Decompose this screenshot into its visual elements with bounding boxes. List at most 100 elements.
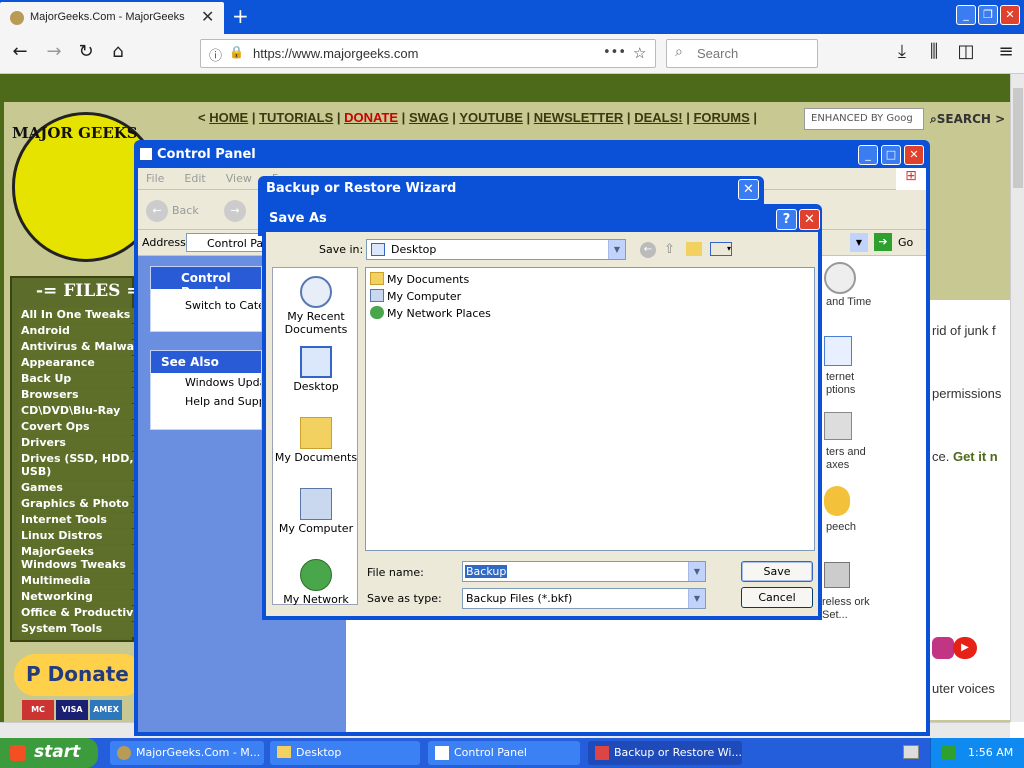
browser-close-button[interactable]: ✕ xyxy=(1000,5,1020,25)
clock-icon[interactable] xyxy=(824,262,856,294)
windows-update-link[interactable]: Windows Updat xyxy=(151,373,261,392)
files-category-item[interactable]: Networking xyxy=(18,590,134,605)
taskbar-item-desktop[interactable]: Desktop xyxy=(270,741,420,765)
files-category-item[interactable]: System Tools xyxy=(18,622,134,637)
wizard-close-button[interactable]: ✕ xyxy=(738,179,759,200)
save-in-dropdown[interactable]: Desktop ▼ xyxy=(366,239,626,260)
file-name-input[interactable]: Backup ▼ xyxy=(462,561,706,582)
search-input[interactable]: ⌕ Search xyxy=(666,39,818,68)
save-as-type-select[interactable]: Backup Files (*.bkf) ▼ xyxy=(462,588,706,609)
files-category-item[interactable]: Android xyxy=(18,324,134,339)
files-category-item[interactable]: Office & Productivity xyxy=(18,606,134,621)
nav-tutorials[interactable]: TUTORIALS xyxy=(259,110,333,125)
tab-close-icon[interactable]: ✕ xyxy=(201,7,214,26)
nav-youtube[interactable]: YOUTUBE xyxy=(459,110,523,125)
site-search-button[interactable]: ⌕SEARCH > xyxy=(930,112,1005,127)
date-time-label[interactable]: and Time xyxy=(826,296,871,308)
new-folder-icon[interactable] xyxy=(686,242,702,256)
files-category-item[interactable]: Multimedia xyxy=(18,574,134,589)
save-as-close-button[interactable]: ✕ xyxy=(799,209,820,230)
files-category-item[interactable]: Covert Ops xyxy=(18,420,134,435)
library-icon[interactable]: ⫼ xyxy=(922,41,946,62)
cancel-button[interactable]: Cancel xyxy=(741,587,813,608)
files-category-item[interactable]: Drivers xyxy=(18,436,134,451)
files-category-item[interactable]: Internet Tools xyxy=(18,513,134,528)
address-dropdown-icon[interactable]: ▼ xyxy=(850,233,868,252)
info-icon[interactable]: ⓘ xyxy=(209,45,222,64)
start-button[interactable]: start xyxy=(0,738,98,768)
safely-remove-icon[interactable] xyxy=(942,745,956,759)
files-category-item[interactable]: Browsers xyxy=(18,388,134,403)
nav-newsletter[interactable]: NEWSLETTER xyxy=(534,110,624,125)
cp-close-button[interactable]: ✕ xyxy=(904,145,924,165)
go-arrow-icon[interactable]: ➔ xyxy=(874,233,892,251)
files-category-item[interactable]: Linux Distros xyxy=(18,529,134,544)
cp-minimize-button[interactable]: _ xyxy=(858,145,878,165)
instagram-icon[interactable] xyxy=(932,637,954,659)
browser-tab[interactable]: MajorGeeks.Com - MajorGeeks ✕ xyxy=(0,2,224,34)
sidebar-icon[interactable]: ◫ xyxy=(954,41,978,62)
wireless-label[interactable]: reless ork Set... xyxy=(822,596,882,622)
wireless-icon[interactable] xyxy=(824,562,850,588)
new-tab-button[interactable]: + xyxy=(232,4,252,28)
menu-edit[interactable]: Edit xyxy=(184,168,205,190)
taskbar-item-backup-wizard[interactable]: Backup or Restore Wi... xyxy=(588,741,742,765)
scroll-thumb[interactable] xyxy=(1013,88,1023,188)
files-category-item[interactable]: All In One Tweaks xyxy=(18,308,134,323)
internet-options-icon[interactable] xyxy=(824,336,852,366)
files-category-item[interactable]: Graphics & Photo xyxy=(18,497,134,512)
chevron-down-icon[interactable]: ▼ xyxy=(688,562,705,581)
place-my-computer[interactable]: My Computer xyxy=(273,488,359,535)
home-icon[interactable]: ⌂ xyxy=(106,41,130,62)
list-item[interactable]: My Network Places xyxy=(370,306,491,322)
speech-label[interactable]: peech xyxy=(826,521,856,533)
back-arrow-icon[interactable]: ← xyxy=(8,41,32,62)
place-recent[interactable]: My Recent Documents xyxy=(273,276,359,336)
vertical-scrollbar[interactable] xyxy=(1010,74,1024,722)
lock-icon[interactable]: 🔒 xyxy=(229,45,244,59)
nav-swag[interactable]: SWAG xyxy=(409,110,449,125)
taskbar-item-firefox[interactable]: MajorGeeks.Com - M... xyxy=(110,741,264,765)
internet-options-label[interactable]: ternet ptions xyxy=(826,371,866,397)
nav-home[interactable]: HOME xyxy=(209,110,248,125)
back-icon[interactable]: ← xyxy=(146,200,168,222)
page-actions-icon[interactable]: ••• xyxy=(603,45,626,60)
restore-button[interactable]: ❐ xyxy=(978,5,998,25)
place-desktop[interactable]: Desktop xyxy=(273,346,359,393)
menu-file[interactable]: File xyxy=(146,168,164,190)
files-category-item[interactable]: Antivirus & Malware xyxy=(18,340,134,355)
back-label[interactable]: Back xyxy=(172,204,199,217)
nav-deals[interactable]: DEALS! xyxy=(634,110,682,125)
printers-label[interactable]: ters and axes xyxy=(826,446,870,472)
nav-forums[interactable]: FORUMS xyxy=(693,110,749,125)
minimize-button[interactable]: _ xyxy=(956,5,976,25)
youtube-icon[interactable]: ▶ xyxy=(953,637,977,659)
menu-icon[interactable]: ≡ xyxy=(994,41,1018,62)
back-icon[interactable]: ← xyxy=(640,242,656,258)
donate-button[interactable]: P Donate xyxy=(14,654,144,696)
forward-icon[interactable]: → xyxy=(224,200,246,222)
files-category-item[interactable]: Back Up xyxy=(18,372,134,387)
nav-donate[interactable]: DONATE xyxy=(344,110,398,125)
keyboard-icon[interactable] xyxy=(903,745,919,759)
files-category-item[interactable]: MajorGeeks Windows Tweaks xyxy=(18,545,134,573)
list-item[interactable]: My Documents xyxy=(370,272,469,288)
speech-icon[interactable] xyxy=(824,486,850,516)
help-button[interactable]: ? xyxy=(776,209,797,230)
files-category-item[interactable]: Drives (SSD, HDD, USB) xyxy=(18,452,134,480)
files-category-item[interactable]: Appearance xyxy=(18,356,134,371)
url-bar[interactable]: ⓘ 🔒 https://www.majorgeeks.com ••• ☆ xyxy=(200,39,656,68)
get-it-link[interactable]: Get it n xyxy=(953,449,998,464)
address-input[interactable]: Control Pan xyxy=(186,233,266,252)
cp-maximize-button[interactable]: □ xyxy=(881,145,901,165)
place-my-documents[interactable]: My Documents xyxy=(273,417,359,464)
files-category-item[interactable]: CD\DVD\Blu-Ray xyxy=(18,404,134,419)
forward-arrow-icon[interactable]: → xyxy=(42,41,66,62)
up-folder-icon[interactable]: ⇧ xyxy=(664,242,675,257)
download-icon[interactable]: ⤓ xyxy=(890,41,914,62)
reload-icon[interactable]: ↻ xyxy=(74,41,98,62)
file-list[interactable]: My Documents My Computer My Network Plac… xyxy=(365,267,815,551)
go-label[interactable]: Go xyxy=(898,236,913,249)
files-category-item[interactable]: Games xyxy=(18,481,134,496)
menu-view[interactable]: View xyxy=(226,168,252,190)
